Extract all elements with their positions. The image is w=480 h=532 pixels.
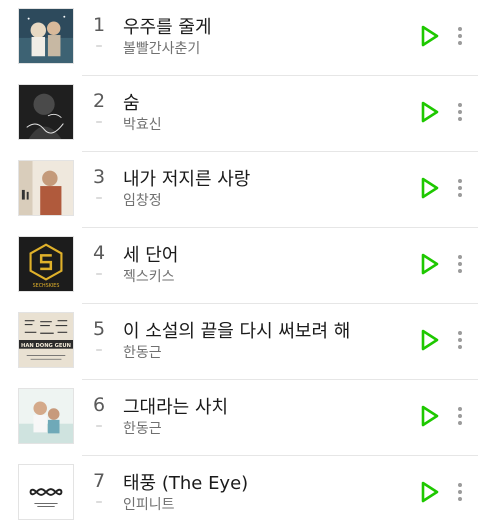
list-item[interactable]: SECHSKIES 4 세 단어 – 젝스키스 (0, 228, 480, 304)
rank-change: – (95, 494, 103, 510)
rank-change: – (95, 342, 103, 358)
track-title[interactable]: 내가 저지른 사랑 (123, 165, 250, 191)
cover-text: SECHSKIES (33, 283, 60, 289)
more-vertical-icon[interactable] (450, 326, 470, 354)
rank-number: 4 (92, 242, 106, 264)
more-vertical-icon[interactable] (450, 402, 470, 430)
track-title[interactable]: 이 소설의 끝을 다시 써보려 해 (123, 317, 350, 343)
list-item[interactable]: 2 숨 – 박효신 (0, 76, 480, 152)
rank-number: 6 (92, 394, 106, 416)
track-title[interactable]: 우주를 줄게 (123, 13, 212, 39)
track-title[interactable]: 숨 (123, 89, 140, 115)
rank-change: – (95, 190, 103, 206)
album-cover[interactable] (18, 84, 74, 140)
track-title[interactable]: 태풍 (The Eye) (123, 469, 248, 495)
album-cover[interactable]: HAN DONG GEUN (18, 312, 74, 368)
more-vertical-icon[interactable] (450, 98, 470, 126)
track-title[interactable]: 그대라는 사치 (123, 393, 228, 419)
album-cover[interactable] (18, 160, 74, 216)
more-vertical-icon[interactable] (450, 478, 470, 506)
play-icon[interactable] (418, 22, 442, 50)
list-item[interactable]: 3 내가 저지른 사랑 – 임창정 (0, 152, 480, 228)
artist-name[interactable]: 인피니트 (123, 494, 175, 514)
play-icon[interactable] (418, 326, 442, 354)
rank-change: – (95, 418, 103, 434)
artist-name[interactable]: 임창정 (123, 190, 162, 210)
play-icon[interactable] (418, 250, 442, 278)
more-vertical-icon[interactable] (450, 174, 470, 202)
play-icon[interactable] (418, 402, 442, 430)
rank-change: – (95, 38, 103, 54)
artist-name[interactable]: 한동근 (123, 418, 162, 438)
list-item[interactable]: 6 그대라는 사치 – 한동근 (0, 380, 480, 456)
play-icon[interactable] (418, 174, 442, 202)
rank-number: 3 (92, 166, 106, 188)
album-cover[interactable] (18, 8, 74, 64)
track-title[interactable]: 세 단어 (123, 241, 178, 267)
list-item[interactable]: 1 우주를 줄게 – 볼빨간사춘기 (0, 0, 480, 76)
album-cover[interactable]: SECHSKIES (18, 236, 74, 292)
rank-number: 1 (92, 14, 106, 36)
album-cover[interactable] (18, 464, 74, 520)
rank-change: – (95, 114, 103, 130)
list-item[interactable]: HAN DONG GEUN 5 이 소설의 끝을 다시 써보려 해 – 한동근 (0, 304, 480, 380)
album-cover[interactable] (18, 388, 74, 444)
play-icon[interactable] (418, 478, 442, 506)
cover-text: HAN DONG GEUN (21, 343, 71, 349)
rank-change: – (95, 266, 103, 282)
more-vertical-icon[interactable] (450, 250, 470, 278)
artist-name[interactable]: 젝스키스 (123, 266, 175, 286)
rank-number: 2 (92, 90, 106, 112)
rank-number: 7 (92, 470, 106, 492)
more-vertical-icon[interactable] (450, 22, 470, 50)
play-icon[interactable] (418, 98, 442, 126)
artist-name[interactable]: 볼빨간사춘기 (123, 38, 200, 58)
artist-name[interactable]: 한동근 (123, 342, 162, 362)
list-item[interactable]: 7 태풍 (The Eye) – 인피니트 (0, 456, 480, 532)
chart-list: 1 우주를 줄게 – 볼빨간사춘기 2 숨 – 박효신 3 내가 저지른 사랑 … (0, 0, 480, 530)
rank-number: 5 (92, 318, 106, 340)
artist-name[interactable]: 박효신 (123, 114, 162, 134)
